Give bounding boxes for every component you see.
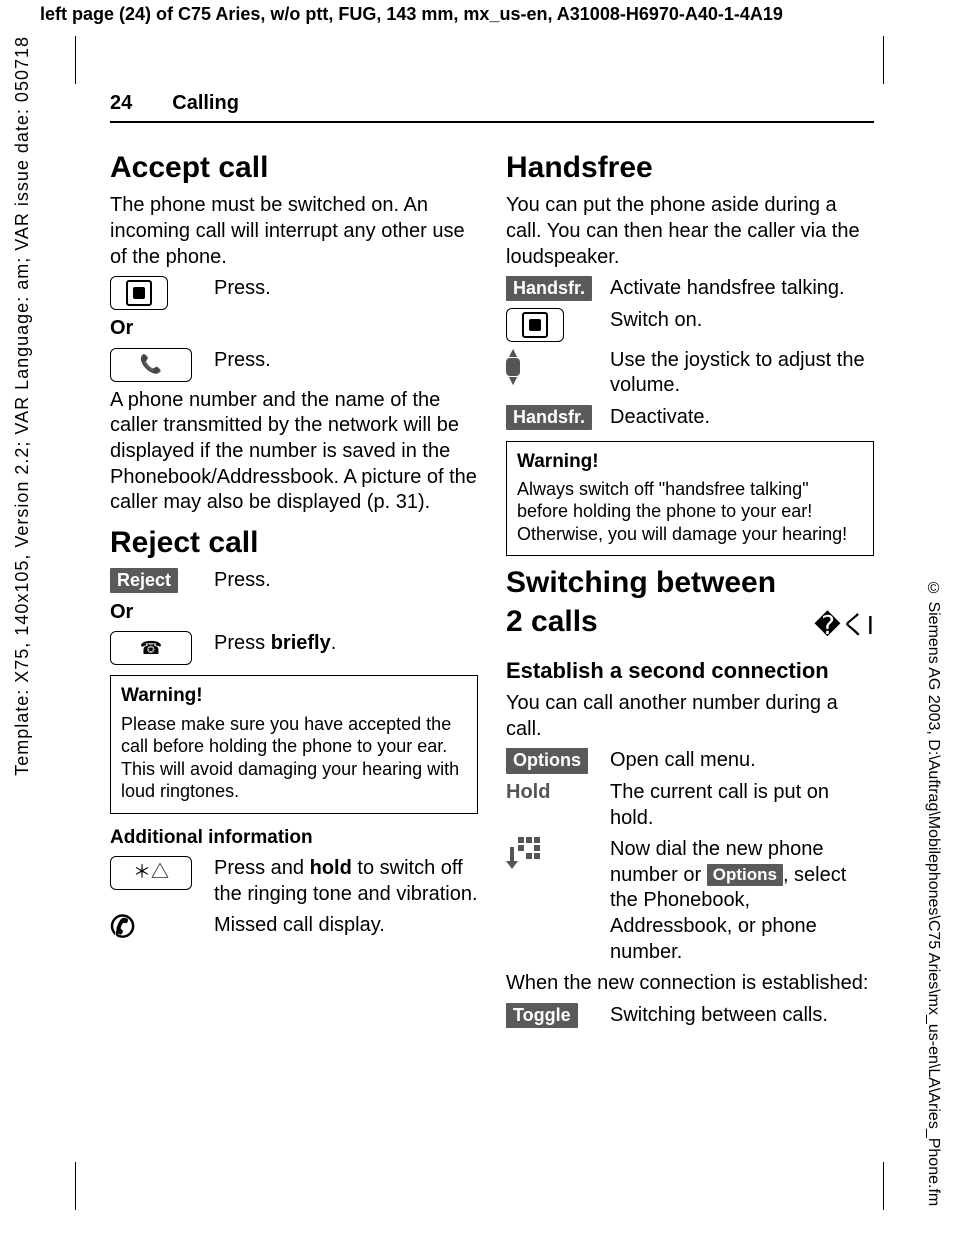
right-margin-note: © Siemens AG 2003, D:\Auftrag\Mobilephon… [924, 580, 942, 1206]
softkey-options-inline: Options [707, 864, 783, 886]
heading-switching-l1: Switching between [506, 564, 874, 602]
accept-intro: The phone must be switched on. An incomi… [110, 193, 478, 270]
menu-hold: Hold [506, 780, 550, 806]
heading-handsfree: Handsfree [506, 149, 874, 187]
heading-reject-call: Reject call [110, 524, 478, 562]
warning-title: Warning! [517, 450, 863, 474]
toggle-desc: Switching between calls. [610, 1003, 874, 1029]
heading-switching-l2: 2 calls [506, 603, 598, 641]
warning-title: Warning! [121, 684, 467, 708]
page-number: 24 [110, 92, 132, 115]
star-key-desc: Press and hold to switch off the ringing… [214, 856, 478, 907]
handsfree-activate: Activate handsfree talking. [610, 276, 874, 302]
warning-body: Always switch off "handsfree talking" be… [517, 478, 863, 546]
press-text: Press. [214, 276, 478, 302]
call-key-icon: 📞 [110, 348, 192, 382]
softkey-toggle: Toggle [506, 1003, 578, 1028]
section-title: Calling [172, 92, 239, 115]
softkey-options: Options [506, 748, 588, 773]
accept-details: A phone number and the name of the calle… [110, 388, 478, 516]
second-connection-intro: You can call another number during a cal… [506, 691, 874, 742]
handsfree-deactivate: Deactivate. [610, 405, 874, 431]
crop-mark [883, 36, 884, 84]
handsfree-intro: You can put the phone aside during a cal… [506, 193, 874, 270]
handsfree-volume: Use the joystick to adjust the volume. [610, 348, 874, 399]
warning-box: Warning! Always switch off "handsfree ta… [506, 441, 874, 557]
crop-mark [75, 36, 76, 84]
star-key-icon: ＊△ [110, 856, 192, 890]
joystick-icon: ▲▼ [506, 348, 520, 386]
left-margin-note: Template: X75, 140x105, Version 2.2; VAR… [12, 36, 33, 776]
heading-accept-call: Accept call [110, 149, 478, 187]
additional-info-title: Additional information [110, 826, 478, 850]
center-key-icon [506, 308, 564, 342]
handsfree-switchon: Switch on. [610, 308, 874, 334]
missed-call-icon: ✆ [110, 913, 135, 943]
right-column: Handsfree You can put the phone aside du… [506, 141, 874, 1186]
missed-call-desc: Missed call display. [214, 913, 478, 939]
open-call-menu: Open call menu. [610, 748, 874, 774]
warning-body: Please make sure you have accepted the c… [121, 713, 467, 803]
end-key-icon: ☎ [110, 631, 192, 665]
or-label: Or [110, 316, 478, 342]
crop-mark [75, 1162, 76, 1210]
connection-established: When the new connection is established: [506, 971, 874, 997]
crop-mark [883, 1162, 884, 1210]
softkey-handsfree: Handsfr. [506, 405, 592, 430]
or-label: Or [110, 600, 478, 626]
top-header: left page (24) of C75 Aries, w/o ptt, FU… [40, 4, 783, 25]
running-head: 24 Calling [110, 92, 874, 123]
left-column: Accept call The phone must be switched o… [110, 141, 478, 1186]
warning-box: Warning! Please make sure you have accep… [110, 675, 478, 813]
press-text: Press. [214, 348, 478, 374]
center-key-icon [110, 276, 168, 310]
hold-desc: The current call is put on hold. [610, 780, 874, 831]
softkey-handsfree: Handsfr. [506, 276, 592, 301]
subhead-second-connection: Establish a second connection [506, 657, 874, 685]
dial-desc: Now dial the new phone number or Options… [610, 837, 874, 965]
press-text: Press. [214, 568, 478, 594]
keypad-icon [506, 837, 540, 871]
softkey-reject: Reject [110, 568, 178, 593]
press-briefly: Press briefly. [214, 631, 478, 657]
network-feature-icon: �くI [814, 612, 874, 638]
